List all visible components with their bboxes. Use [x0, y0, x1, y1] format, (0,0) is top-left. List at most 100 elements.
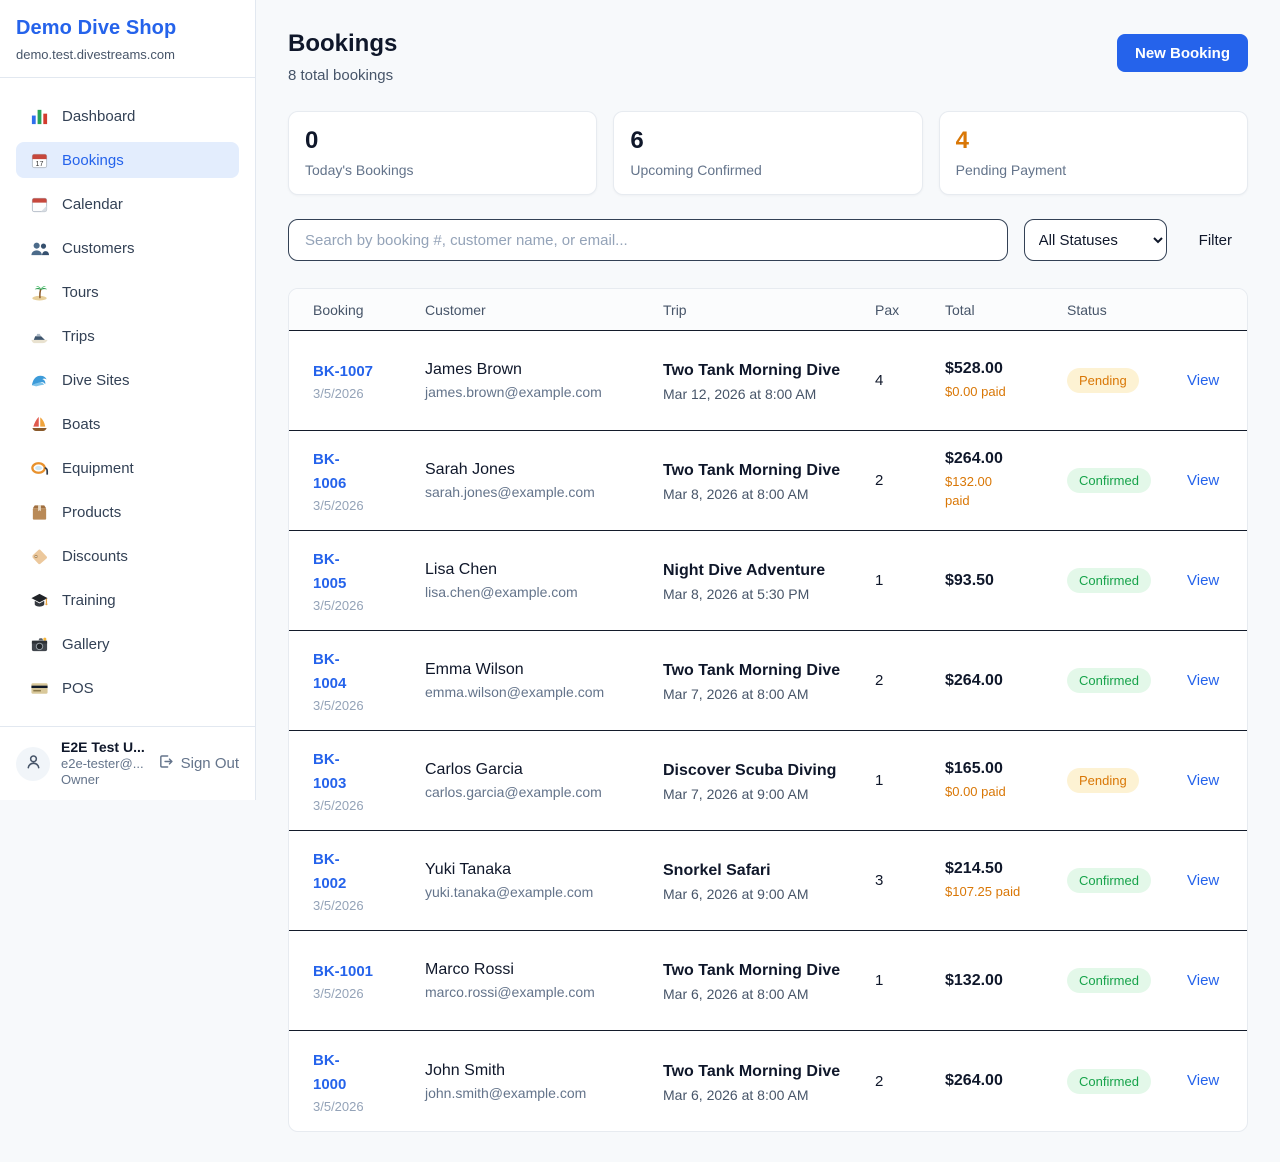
sidebar-item-label: Products	[62, 504, 121, 521]
sidebar-item-label: Dive Sites	[62, 372, 130, 389]
customer-cell: Sarah Jonessarah.jones@example.com	[425, 461, 663, 500]
status-cell: Confirmed	[1067, 968, 1187, 993]
stat-label: Pending Payment	[956, 162, 1231, 178]
view-link[interactable]: View	[1187, 372, 1219, 389]
total-cell: $264.00	[945, 1072, 1067, 1090]
view-link[interactable]: View	[1187, 972, 1219, 989]
search-input[interactable]	[288, 219, 1008, 261]
sidebar-item-gallery[interactable]: Gallery	[16, 626, 239, 662]
booking-id-link[interactable]: BK-1001	[313, 960, 411, 984]
sidebar-item-products[interactable]: Products	[16, 494, 239, 530]
sidebar-item-dive-sites[interactable]: Dive Sites	[16, 362, 239, 398]
column-header-trip: Trip	[663, 302, 875, 318]
stat-card-pending-payment: 4 Pending Payment	[939, 111, 1248, 195]
booking-id-link[interactable]: BK- 1004	[313, 648, 411, 696]
sidebar-item-dashboard[interactable]: Dashboard	[16, 98, 239, 134]
table-body: BK-1007 3/5/2026 James Brown james.brown@ex…	[289, 331, 1247, 1131]
status-filter-select[interactable]: All Statuses	[1024, 219, 1167, 261]
table-row: BK- 10003/5/2026John Smithjohn.smith@exa…	[289, 1031, 1247, 1131]
page-title: Bookings	[288, 30, 397, 58]
booking-cell: BK- 10033/5/2026	[313, 748, 425, 813]
booking-date: 3/5/2026	[313, 598, 411, 613]
sidebar-item-boats[interactable]: Boats	[16, 406, 239, 442]
customer-email: emma.wilson@example.com	[425, 684, 649, 700]
pax-cell: 1	[875, 972, 945, 989]
calendar-icon	[30, 195, 49, 214]
sidebar-item-pos[interactable]: POS	[16, 670, 239, 706]
sidebar-item-calendar[interactable]: Calendar	[16, 186, 239, 222]
trip-date: Mar 7, 2026 at 9:00 AM	[663, 786, 861, 802]
booking-id-link[interactable]: BK- 1006	[313, 448, 411, 496]
booking-cell: BK- 10043/5/2026	[313, 648, 425, 713]
booking-date: 3/5/2026	[313, 498, 411, 513]
booking-id-link[interactable]: BK- 1000	[313, 1049, 411, 1097]
view-cell: View	[1187, 772, 1233, 790]
view-link[interactable]: View	[1187, 872, 1219, 889]
sailboat-icon	[30, 415, 49, 434]
view-cell: View	[1187, 872, 1233, 890]
new-booking-button[interactable]: New Booking	[1117, 34, 1248, 72]
trip-cell: Two Tank Morning DiveMar 8, 2026 at 8:00…	[663, 459, 875, 502]
table-row: BK- 10043/5/2026Emma Wilson emma.wilson@e…	[289, 631, 1247, 731]
customer-name: James Brown	[425, 361, 649, 379]
page-title-block: Bookings 8 total bookings	[288, 30, 397, 84]
view-cell: View	[1187, 472, 1233, 490]
brand: Demo Dive Shop demo.test.divestreams.com	[0, 0, 255, 78]
sidebar-item-trips[interactable]: Trips	[16, 318, 239, 354]
user-icon	[24, 752, 43, 776]
sidebar-item-label: Tours	[62, 284, 99, 301]
sidebar-item-discounts[interactable]: Discounts	[16, 538, 239, 574]
people-icon	[30, 239, 49, 258]
amount-paid: $107.25 paid	[945, 883, 1053, 902]
booking-id-link[interactable]: BK- 1003	[313, 748, 411, 796]
view-link[interactable]: View	[1187, 572, 1219, 589]
shop-name: Demo Dive Shop	[16, 17, 239, 40]
amount-paid: $0.00 paid	[945, 783, 1053, 802]
total-cell: $93.50	[945, 572, 1067, 590]
total-amount: $264.00	[945, 672, 1053, 690]
sidebar-item-tours[interactable]: Tours	[16, 274, 239, 310]
sidebar-item-label: Calendar	[62, 196, 123, 213]
sidebar-item-label: Trips	[62, 328, 95, 345]
user-footer: E2E Test U... e2e-tester@... Owner Sign …	[0, 726, 255, 800]
sign-out-button[interactable]: Sign Out	[157, 753, 239, 774]
amount-paid: $0.00 paid	[945, 383, 1053, 402]
trip-cell: Two Tank Morning DiveMar 12, 2026 at 8:0…	[663, 359, 875, 402]
status-cell: Confirmed	[1067, 568, 1187, 593]
page-header: Bookings 8 total bookings New Booking	[288, 30, 1248, 84]
tag-icon	[30, 547, 49, 566]
status-badge: Confirmed	[1067, 968, 1151, 993]
table-row: BK- 10053/5/2026Lisa Chenlisa.chen@examp…	[289, 531, 1247, 631]
sidebar-item-customers[interactable]: Customers	[16, 230, 239, 266]
stat-card-upcoming-confirmed: 6 Upcoming Confirmed	[613, 111, 922, 195]
booking-id-link[interactable]: BK-1007	[313, 360, 411, 384]
sidebar-item-bookings[interactable]: 17Bookings	[16, 142, 239, 178]
view-cell: View	[1187, 672, 1233, 690]
filter-button[interactable]: Filter	[1183, 232, 1248, 249]
trip-name: Discover Scuba Diving	[663, 759, 861, 783]
status-cell: Confirmed	[1067, 1069, 1187, 1094]
status-badge: Pending	[1067, 368, 1139, 393]
booking-id-link[interactable]: BK- 1002	[313, 848, 411, 896]
customer-name: Yuki Tanaka	[425, 861, 649, 879]
pax-cell: 2	[875, 672, 945, 689]
view-link[interactable]: View	[1187, 472, 1219, 489]
shop-domain: demo.test.divestreams.com	[16, 47, 239, 62]
table-header: BookingCustomerTripPaxTotalStatus	[289, 289, 1247, 331]
sidebar-item-training[interactable]: Training	[16, 582, 239, 618]
total-amount: $264.00	[945, 1072, 1053, 1090]
view-link[interactable]: View	[1187, 1072, 1219, 1089]
booking-date: 3/5/2026	[313, 898, 411, 913]
customer-name: Emma Wilson	[425, 661, 649, 679]
view-link[interactable]: View	[1187, 772, 1219, 789]
sidebar-item-label: Gallery	[62, 636, 110, 653]
booking-id-link[interactable]: BK- 1005	[313, 548, 411, 596]
pax-cell: 3	[875, 872, 945, 889]
island-icon	[30, 283, 49, 302]
customer-cell: John Smithjohn.smith@example.com	[425, 1062, 663, 1101]
customer-email: james.brown@example.com	[425, 384, 649, 400]
table-row: BK-10073/5/2026James Brownjames.brown@ex…	[289, 331, 1247, 431]
sidebar-item-equipment[interactable]: Equipment	[16, 450, 239, 486]
view-link[interactable]: View	[1187, 672, 1219, 689]
column-header-status: Status	[1067, 302, 1187, 318]
